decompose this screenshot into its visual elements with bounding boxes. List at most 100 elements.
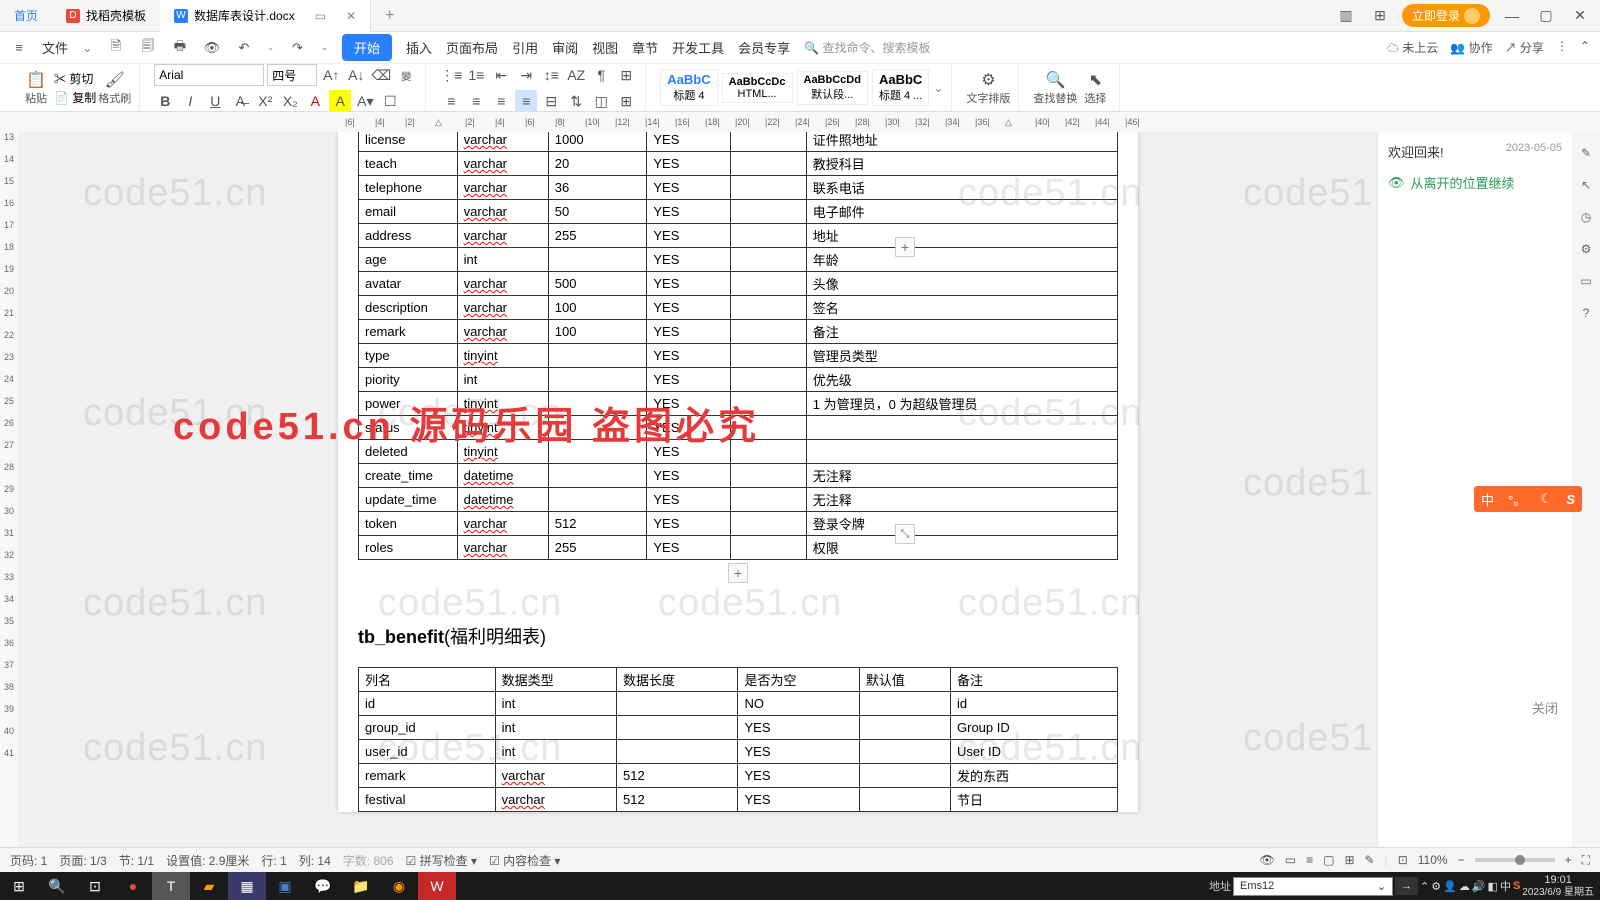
numbering-icon[interactable]: 1≡ <box>465 64 487 86</box>
table-cell[interactable]: piority <box>359 368 458 392</box>
sort-icon[interactable]: AZ <box>565 64 587 86</box>
table-cell[interactable]: Group ID <box>951 716 1118 740</box>
clock-icon[interactable]: ◷ <box>1581 210 1591 224</box>
table-cell[interactable]: tinyint <box>457 440 548 464</box>
more-icon[interactable]: ⋮ <box>1556 39 1568 56</box>
tabs-icon[interactable]: ⊞ <box>615 64 637 86</box>
table-cell[interactable]: 优先级 <box>806 368 1117 392</box>
status-page[interactable]: 页码: 1 <box>10 852 47 869</box>
table-cell[interactable]: varchar <box>457 224 548 248</box>
table-cell[interactable]: varchar <box>495 764 616 788</box>
table-cell[interactable] <box>730 464 806 488</box>
table-cell[interactable] <box>617 716 738 740</box>
collapse-ribbon-icon[interactable]: ⌃ <box>1580 39 1590 56</box>
spell-check-button[interactable]: ☑ 拼写检查 ▾ <box>406 852 477 869</box>
table-cell[interactable]: address <box>359 224 458 248</box>
table-cell[interactable]: YES <box>647 224 730 248</box>
table-cell[interactable]: tinyint <box>457 392 548 416</box>
table-cell[interactable]: YES <box>738 716 859 740</box>
table-cell[interactable] <box>548 440 647 464</box>
table-cell[interactable]: 255 <box>548 536 647 560</box>
table-cell[interactable]: varchar <box>457 512 548 536</box>
style-html[interactable]: AaBbCcDcHTML... <box>722 73 793 103</box>
table-cell[interactable]: 发的东西 <box>951 764 1118 788</box>
table-cell[interactable]: NO <box>738 692 859 716</box>
tab-menu-icon[interactable]: ▭ <box>315 9 326 23</box>
format-brush-button[interactable]: 🖌格式刷 <box>98 68 131 108</box>
clear-format-icon[interactable]: ⌫ <box>370 64 392 86</box>
table-cell[interactable] <box>617 692 738 716</box>
table-cell[interactable]: YES <box>647 320 730 344</box>
table-cell[interactable] <box>548 464 647 488</box>
table-cell[interactable]: type <box>359 344 458 368</box>
table-cell[interactable]: 教授科目 <box>806 152 1117 176</box>
table-cell[interactable] <box>730 132 806 152</box>
align-center-icon[interactable]: ≡ <box>465 90 487 112</box>
table-cell[interactable] <box>730 200 806 224</box>
tab-template[interactable]: D找稻壳模板 <box>52 0 160 32</box>
status-words[interactable]: 字数: 806 <box>343 852 394 869</box>
table-cell[interactable]: varchar <box>457 296 548 320</box>
table-cell[interactable]: 地址 <box>806 224 1117 248</box>
resume-link[interactable]: 👁从离开的位置继续 <box>1388 173 1562 192</box>
table-cell[interactable]: remark <box>359 320 458 344</box>
app2-icon[interactable]: ◉ <box>380 872 418 900</box>
tab-home[interactable]: 首页 <box>0 0 52 32</box>
table-cell[interactable]: int <box>495 740 616 764</box>
table-cell[interactable] <box>548 488 647 512</box>
distribute-icon[interactable]: ⊟ <box>540 90 562 112</box>
read-mode-icon[interactable]: 👁 <box>1260 853 1275 867</box>
line-spacing-icon[interactable]: ↕≡ <box>540 64 562 86</box>
table-cell[interactable] <box>730 176 806 200</box>
tray-up-icon[interactable]: ⌃ <box>1420 880 1429 893</box>
table-cell[interactable]: teach <box>359 152 458 176</box>
save-icon[interactable]: 🗎 <box>107 39 125 57</box>
menu-view[interactable]: 视图 <box>592 38 618 57</box>
table-cell[interactable] <box>548 368 647 392</box>
paste-button[interactable]: 📋粘贴 <box>20 68 52 108</box>
table-cell[interactable]: 1000 <box>548 132 647 152</box>
underline-icon[interactable]: U <box>204 90 226 112</box>
fullscreen-icon[interactable]: ⛶ <box>1582 853 1590 868</box>
grid-icon[interactable]: ⊞ <box>1368 7 1392 24</box>
redo-icon[interactable]: ↷ <box>288 39 306 57</box>
minimize-icon[interactable]: — <box>1500 8 1524 24</box>
table-cell[interactable] <box>730 272 806 296</box>
table-cell[interactable]: YES <box>647 344 730 368</box>
menu-layout[interactable]: 页面布局 <box>446 38 498 57</box>
table-cell[interactable]: remark <box>359 764 496 788</box>
status-pages[interactable]: 页面: 1/3 <box>59 852 106 869</box>
find-replace-button[interactable]: 🔍查找替换 <box>1033 68 1077 108</box>
font-color-icon[interactable]: A <box>304 90 326 112</box>
table-header-cell[interactable]: 默认值 <box>859 668 950 692</box>
table-cell[interactable] <box>859 764 950 788</box>
table-cell[interactable]: 255 <box>548 224 647 248</box>
bullets-icon[interactable]: ⋮≡ <box>440 64 462 86</box>
vertical-ruler[interactable]: 1314151617181920212223242526272829303132… <box>0 132 18 857</box>
menu-ref[interactable]: 引用 <box>512 38 538 57</box>
table-cell[interactable]: tinyint <box>457 416 548 440</box>
italic-icon[interactable]: I <box>179 90 201 112</box>
view4-icon[interactable]: ⊞ <box>1344 853 1354 867</box>
align-right-icon[interactable]: ≡ <box>490 90 512 112</box>
menu-icon[interactable]: ≡ <box>10 39 28 57</box>
ime-indicator[interactable]: 中°。☾S <box>1474 486 1582 512</box>
table-cell[interactable] <box>617 740 738 764</box>
arrow-icon[interactable]: ↖ <box>1581 178 1591 192</box>
address-input[interactable]: Ems12⌄ <box>1233 877 1393 896</box>
table-cell[interactable]: telephone <box>359 176 458 200</box>
clock-time[interactable]: 19:01 <box>1522 874 1594 886</box>
table-cell[interactable]: YES <box>647 296 730 320</box>
table-cell[interactable]: 权限 <box>806 536 1117 560</box>
tray-icon[interactable]: ⚙ <box>1431 880 1441 893</box>
close-window-icon[interactable]: ✕ <box>1568 7 1592 24</box>
table-cell[interactable] <box>730 488 806 512</box>
zoom-level[interactable]: 110% <box>1418 853 1448 867</box>
table-cell[interactable]: int <box>457 248 548 272</box>
table-cell[interactable]: datetime <box>457 464 548 488</box>
text-color-icon[interactable]: A▾ <box>354 90 376 112</box>
tray-icon[interactable]: 👤 <box>1443 880 1457 893</box>
table-cell[interactable] <box>730 224 806 248</box>
close-icon[interactable]: ✕ <box>346 9 356 23</box>
font-size-select[interactable] <box>267 64 317 86</box>
